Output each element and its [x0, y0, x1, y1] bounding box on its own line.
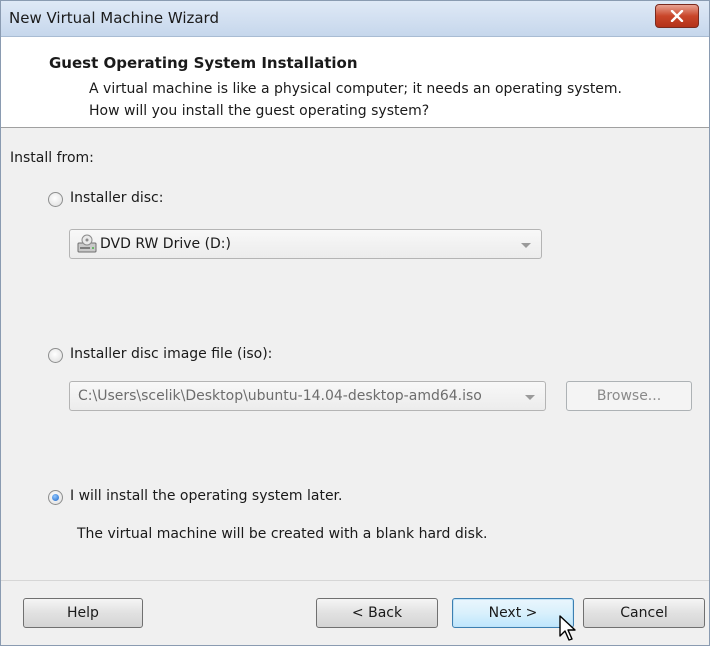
- wizard-window: New Virtual Machine Wizard Guest Operati…: [0, 0, 710, 646]
- iso-path-select[interactable]: C:\Users\scelik\Desktop\ubuntu-14.04-des…: [69, 381, 546, 411]
- iso-file-radio[interactable]: [48, 348, 63, 363]
- chevron-down-icon: [525, 395, 535, 400]
- install-later-radio[interactable]: [48, 490, 63, 505]
- install-later-label[interactable]: I will install the operating system late…: [70, 488, 342, 504]
- chevron-down-icon: [521, 243, 531, 248]
- cancel-button[interactable]: Cancel: [583, 598, 705, 628]
- browse-button[interactable]: Browse...: [566, 381, 692, 411]
- next-button[interactable]: Next >: [452, 598, 574, 628]
- help-button[interactable]: Help: [23, 598, 143, 628]
- back-button[interactable]: < Back: [316, 598, 438, 628]
- installer-disc-radio[interactable]: [48, 192, 63, 207]
- install-later-description: The virtual machine will be created with…: [77, 526, 488, 542]
- close-icon: [670, 10, 684, 22]
- iso-file-label[interactable]: Installer disc image file (iso):: [70, 346, 272, 362]
- page-title: Guest Operating System Installation: [49, 54, 358, 72]
- footer-divider: [1, 580, 709, 581]
- window-title: New Virtual Machine Wizard: [9, 9, 219, 27]
- installer-disc-label[interactable]: Installer disc:: [70, 190, 163, 206]
- close-button[interactable]: [655, 4, 699, 28]
- mouse-pointer-icon: [559, 615, 576, 641]
- install-from-label: Install from:: [10, 150, 94, 166]
- page-description: A virtual machine is like a physical com…: [89, 81, 623, 119]
- title-bar: New Virtual Machine Wizard: [1, 1, 709, 37]
- disc-drive-select[interactable]: DVD RW Drive (D:): [69, 229, 542, 259]
- dvd-drive-icon: [77, 234, 97, 253]
- wizard-header: Guest Operating System Installation A vi…: [1, 37, 709, 128]
- iso-path-value: C:\Users\scelik\Desktop\ubuntu-14.04-des…: [78, 388, 482, 404]
- disc-drive-value: DVD RW Drive (D:): [100, 236, 231, 252]
